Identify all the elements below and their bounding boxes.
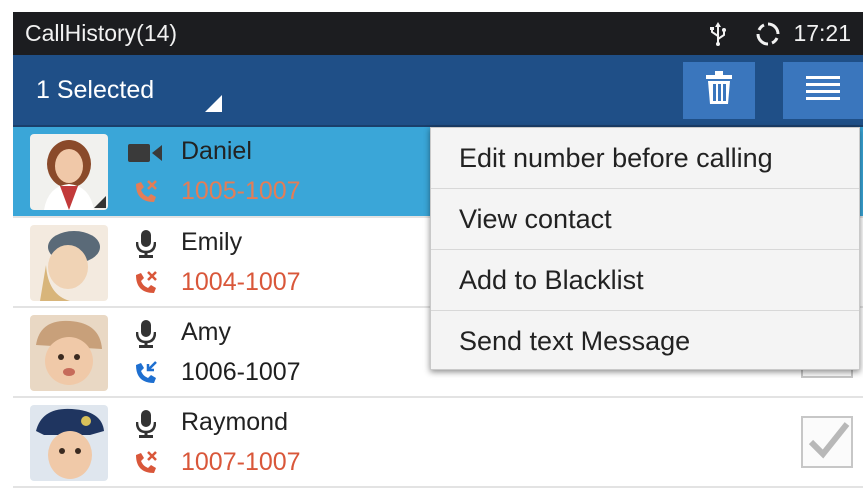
menu-item-add-blacklist[interactable]: Add to Blacklist xyxy=(431,250,859,311)
checkmark-icon xyxy=(803,422,851,470)
incoming-call-icon xyxy=(131,358,161,388)
missed-call-icon xyxy=(131,268,161,298)
action-bar: 1 Selected xyxy=(13,55,863,127)
app-title: CallHistory(14) xyxy=(25,20,178,46)
contact-name: Emily xyxy=(181,228,243,256)
menu-item-edit-number[interactable]: Edit number before calling xyxy=(431,128,859,189)
delete-button[interactable] xyxy=(683,62,755,119)
contact-name: Amy xyxy=(181,318,231,346)
usb-icon xyxy=(709,21,727,46)
microphone-icon xyxy=(128,320,164,348)
contact-name: Raymond xyxy=(181,408,288,436)
clock: 17:21 xyxy=(793,20,851,46)
select-checkbox[interactable] xyxy=(801,416,853,468)
contact-name: Daniel xyxy=(181,137,252,165)
avatar xyxy=(30,315,108,391)
call-number: 1006-1007 xyxy=(181,358,301,386)
call-number: 1005-1007 xyxy=(181,177,301,205)
avatar xyxy=(30,225,108,301)
avatar xyxy=(30,405,108,481)
microphone-icon xyxy=(128,410,164,438)
sync-icon xyxy=(755,21,781,47)
missed-call-icon xyxy=(131,448,161,478)
menu-icon xyxy=(806,74,840,107)
menu-item-view-contact[interactable]: View contact xyxy=(431,189,859,250)
contact-badge-icon xyxy=(94,196,106,208)
menu-item-send-message[interactable]: Send text Message xyxy=(431,311,859,372)
overflow-menu: Edit number before calling View contact … xyxy=(430,127,860,370)
trash-icon xyxy=(704,71,734,110)
avatar xyxy=(30,134,108,210)
status-bar: CallHistory(14) 17:21 xyxy=(13,12,863,55)
call-row[interactable]: Raymond 1007-1007 xyxy=(13,398,863,488)
selection-count[interactable]: 1 Selected xyxy=(36,76,154,105)
overflow-menu-button[interactable] xyxy=(783,62,863,119)
video-call-icon xyxy=(128,139,164,167)
call-number: 1004-1007 xyxy=(181,268,301,296)
call-number: 1007-1007 xyxy=(181,448,301,476)
microphone-icon xyxy=(128,230,164,258)
missed-call-icon xyxy=(131,177,161,207)
dropdown-indicator-icon[interactable] xyxy=(205,95,222,112)
